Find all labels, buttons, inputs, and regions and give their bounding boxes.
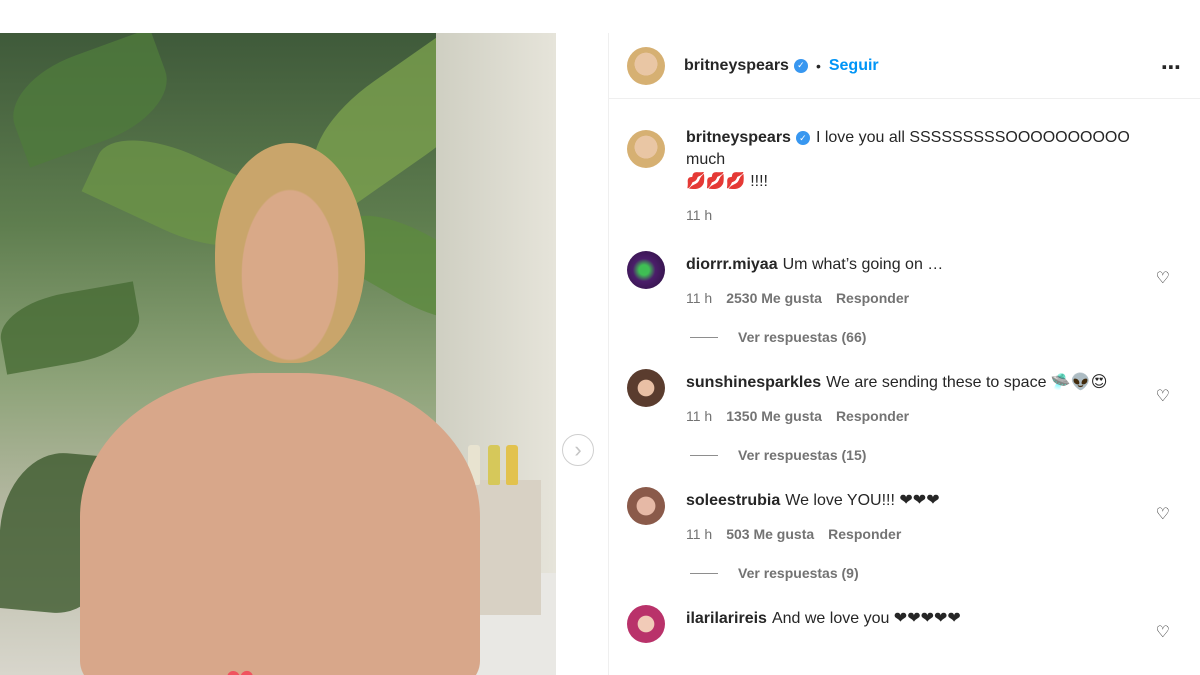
chevron-right-icon: › [574, 437, 582, 462]
avatar[interactable] [627, 130, 665, 168]
comment-author[interactable]: soleestrubia [686, 492, 780, 509]
comment-likes[interactable]: 1350 Me gusta [726, 408, 822, 424]
view-replies-label: Ver respuestas (15) [738, 447, 867, 463]
verified-badge-icon: ✓ [795, 131, 810, 145]
heart-censor-icon: ♥ [207, 657, 273, 675]
avatar[interactable] [627, 605, 665, 643]
avatar[interactable] [627, 487, 665, 525]
view-replies-button[interactable]: Ver respuestas (15) [620, 447, 1156, 463]
reply-button[interactable]: Responder [828, 526, 901, 542]
comment-author[interactable]: ilarilarireis [686, 610, 767, 627]
bottle [488, 445, 500, 485]
comment-author[interactable]: diorrr.miyaa [686, 256, 778, 273]
avatar[interactable] [627, 369, 665, 407]
post-sidebar: britneyspears ✓ • Seguir ⋯ britneyspears… [608, 33, 1200, 675]
lips-emoji-icon: 💋💋💋 [686, 173, 746, 190]
avatar[interactable] [627, 251, 665, 289]
like-heart-icon[interactable]: ♡ [1156, 504, 1170, 524]
comment-time[interactable]: 11 h [686, 408, 712, 424]
comment-item: sunshinesparkles We are sending these to … [627, 366, 1182, 463]
caption-time[interactable]: 11 h [686, 207, 712, 223]
comment-text: We love YOU!!! ❤❤❤ [785, 492, 940, 509]
comment-text: Um what’s going on … [782, 256, 944, 273]
bottle [506, 445, 518, 485]
comment-item: soleestrubia We love YOU!!! ❤❤❤ 11 h 503 … [627, 484, 1182, 581]
comment-time[interactable]: 11 h [686, 290, 712, 306]
divider-line [690, 572, 718, 574]
view-replies-label: Ver respuestas (66) [738, 329, 867, 345]
comment-text: And we love you ❤❤❤❤❤ [771, 610, 961, 627]
comment-item: ilarilarireis And we love you ❤❤❤❤❤ ♡ [627, 602, 1182, 643]
like-heart-icon[interactable]: ♡ [1156, 622, 1170, 642]
next-slide-button[interactable]: › [562, 434, 594, 466]
like-heart-icon[interactable]: ♡ [1156, 386, 1170, 406]
caption: britneyspears ✓ I love you all SSSSSSSSSOO… [627, 127, 1182, 223]
follow-button[interactable]: Seguir [829, 57, 879, 75]
author-username[interactable]: britneyspears [684, 57, 789, 75]
person-body [80, 373, 480, 675]
comment-item: diorrr.miyaa Um what’s going on … 11 h 25… [627, 248, 1182, 345]
comment-likes[interactable]: 503 Me gusta [726, 526, 814, 542]
reply-button[interactable]: Responder [836, 408, 909, 424]
view-replies-button[interactable]: Ver respuestas (66) [620, 329, 1156, 345]
comments-thread[interactable]: britneyspears ✓ I love you all SSSSSSSSSOO… [609, 127, 1200, 643]
view-replies-button[interactable]: Ver respuestas (9) [620, 565, 1156, 581]
caption-suffix: !!!! [745, 173, 768, 190]
post-media[interactable]: ♥ [0, 33, 556, 675]
comment-text: We are sending these to space 🛸👽😍 [826, 374, 1108, 391]
comment-time[interactable]: 11 h [686, 526, 712, 542]
post-header: britneyspears ✓ • Seguir ⋯ [609, 33, 1200, 99]
person [40, 143, 480, 675]
avatar[interactable] [627, 46, 665, 85]
comment-likes[interactable]: 2530 Me gusta [726, 290, 822, 306]
reply-button[interactable]: Responder [836, 290, 909, 306]
divider-line [690, 336, 718, 338]
more-options-icon[interactable]: ⋯ [1161, 55, 1182, 80]
verified-badge-icon: ✓ [793, 58, 808, 73]
like-heart-icon[interactable]: ♡ [1156, 268, 1170, 288]
comment-author[interactable]: sunshinesparkles [686, 374, 821, 391]
divider-line [690, 454, 718, 456]
caption-author[interactable]: britneyspears [686, 129, 791, 146]
view-replies-label: Ver respuestas (9) [738, 565, 859, 581]
separator-dot: • [815, 57, 821, 74]
person-head [215, 143, 365, 363]
